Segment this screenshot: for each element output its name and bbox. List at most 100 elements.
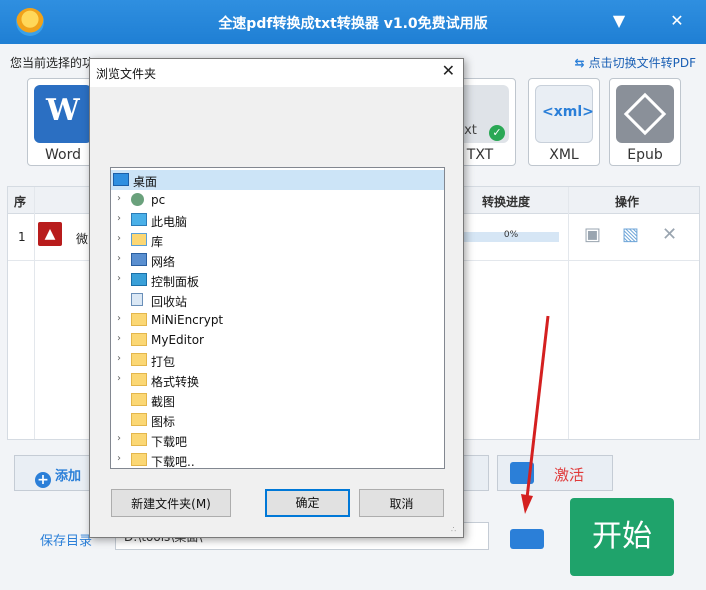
- folder-icon[interactable]: ▧: [622, 224, 639, 245]
- switch-link-label: 点击切换文件转PDF: [588, 56, 696, 70]
- recycle-bin-icon: [131, 293, 143, 306]
- tree-item-label: MiNiEncrypt: [151, 313, 224, 327]
- format-tile-xml[interactable]: <xml> XML: [528, 78, 600, 166]
- folder-tree[interactable]: 桌面 › pc › 此电脑 › 库 › 网络 › 控制面板 回收站 › MiNiEncrypt › MyEdi…: [110, 167, 445, 469]
- cancel-button[interactable]: 取消: [359, 489, 444, 517]
- row-index: 1: [18, 230, 26, 244]
- delete-icon[interactable]: ✕: [662, 224, 677, 245]
- tree-item-label: 此电脑: [151, 215, 188, 229]
- tree-item-label: MyEditor: [151, 333, 204, 347]
- dialog-body: 桌面 › pc › 此电脑 › 库 › 网络 › 控制面板 回收站 › MiNiEncrypt › MyEdi…: [90, 87, 463, 537]
- header-index: 序: [14, 195, 27, 209]
- expand-chevron-icon[interactable]: ›: [117, 453, 127, 464]
- menu-dropdown-icon[interactable]: ▼: [606, 8, 632, 34]
- row-file-name: 微: [76, 232, 89, 246]
- progress-text: 0%: [503, 230, 519, 240]
- app-window: 全速pdf转换成txt转换器 v1.0免费试用版 ▼ ✕ 您当前选择的功 ⇆ 点击…: [0, 0, 706, 590]
- control-panel-icon: [131, 273, 147, 286]
- expand-chevron-icon[interactable]: ›: [117, 373, 127, 384]
- library-icon: [131, 233, 147, 246]
- hidden-button[interactable]: [462, 455, 489, 491]
- folder-icon: [131, 413, 147, 426]
- tree-item[interactable]: 截图: [111, 390, 444, 410]
- user-icon: [131, 193, 144, 206]
- format-tile-epub[interactable]: Epub: [609, 78, 681, 166]
- tree-item[interactable]: › MyEditor: [111, 330, 444, 350]
- xml-icon: <xml>: [535, 85, 594, 143]
- tree-item[interactable]: › 格式转换: [111, 370, 444, 390]
- activate-label: 激活: [554, 466, 585, 484]
- dialog-close-icon[interactable]: ✕: [442, 61, 455, 80]
- add-file-button[interactable]: + 添加: [14, 455, 96, 491]
- browse-folder-button[interactable]: [510, 521, 544, 549]
- tree-item[interactable]: › 此电脑: [111, 210, 444, 230]
- tree-item[interactable]: 图标: [111, 410, 444, 430]
- save-directory-label: 保存目录: [40, 534, 93, 549]
- tile-label: Word: [45, 147, 81, 163]
- title-bar: 全速pdf转换成txt转换器 v1.0免费试用版 ▼ ✕: [0, 0, 706, 44]
- tree-item-label: 下载吧..: [151, 455, 195, 469]
- switch-to-pdf-link[interactable]: ⇆ 点击切换文件转PDF: [575, 54, 696, 71]
- pc-icon: [131, 213, 147, 226]
- resize-grip-icon[interactable]: ∴: [451, 525, 461, 535]
- folder-icon: [131, 353, 147, 366]
- new-folder-button[interactable]: 新建文件夹(M): [111, 489, 231, 517]
- activate-button[interactable]: 激活: [497, 455, 613, 491]
- expand-chevron-icon[interactable]: ›: [117, 353, 127, 364]
- tile-label: XML: [549, 147, 579, 163]
- tree-item[interactable]: › 下载吧: [111, 430, 444, 450]
- check-icon: ✓: [489, 125, 505, 141]
- expand-chevron-icon[interactable]: ›: [117, 213, 127, 224]
- word-icon: W: [34, 85, 92, 143]
- desktop-icon: [113, 173, 129, 186]
- expand-chevron-icon[interactable]: ›: [117, 313, 127, 324]
- epub-icon: [616, 85, 674, 143]
- tree-item[interactable]: › 控制面板: [111, 270, 444, 290]
- folder-icon: [131, 453, 147, 466]
- add-file-label: 添加: [55, 469, 82, 484]
- close-icon[interactable]: ✕: [664, 8, 690, 34]
- tree-item[interactable]: › 网络: [111, 250, 444, 270]
- folder-icon: [131, 313, 147, 326]
- expand-chevron-icon[interactable]: ›: [117, 433, 127, 444]
- tree-item-label: 下载吧: [151, 435, 188, 449]
- tree-item[interactable]: › pc: [111, 190, 444, 210]
- folder-icon: [131, 333, 147, 346]
- dialog-title: 浏览文件夹: [96, 67, 157, 81]
- expand-chevron-icon[interactable]: ›: [117, 273, 127, 284]
- network-icon: [131, 253, 147, 266]
- folder-icon: [131, 433, 147, 446]
- expand-chevron-icon[interactable]: ›: [117, 233, 127, 244]
- tree-item-label: 格式转换: [151, 375, 200, 389]
- browse-folder-dialog: 浏览文件夹 ✕ 桌面 › pc › 此电脑 › 库 › 网络 › 控制面板 回收站 › MiNiEncry…: [89, 58, 464, 538]
- header-progress: 转换进度: [482, 195, 531, 209]
- tree-item-label: 截图: [151, 395, 176, 409]
- ok-button[interactable]: 确定: [265, 489, 350, 517]
- expand-chevron-icon[interactable]: ›: [117, 193, 127, 204]
- folder-icon: [131, 393, 147, 406]
- pdf-file-icon: ▲: [38, 222, 62, 246]
- tree-item-label: 网络: [151, 255, 176, 269]
- tree-item[interactable]: › MiNiEncrypt: [111, 310, 444, 330]
- tree-item[interactable]: › 打包: [111, 350, 444, 370]
- tree-item[interactable]: › 下载吧..: [111, 450, 444, 469]
- current-function-label: 您当前选择的功: [10, 56, 95, 70]
- tree-item-label: 控制面板: [151, 275, 200, 289]
- tile-label: Epub: [627, 147, 663, 163]
- plus-icon: +: [35, 472, 51, 488]
- app-title: 全速pdf转换成txt转换器 v1.0免费试用版: [218, 16, 488, 32]
- tree-item-label: 图标: [151, 415, 176, 429]
- expand-chevron-icon[interactable]: ›: [117, 253, 127, 264]
- folder-icon: [131, 373, 147, 386]
- tree-item-label: 回收站: [151, 295, 188, 309]
- swap-arrows-icon: ⇆: [574, 56, 585, 70]
- open-file-icon[interactable]: ▣: [584, 224, 601, 245]
- tree-item[interactable]: › 库: [111, 230, 444, 250]
- tree-item-label: pc: [151, 193, 166, 207]
- header-action: 操作: [615, 195, 640, 209]
- tree-item[interactable]: 回收站: [111, 290, 444, 310]
- folder-icon: [510, 529, 544, 549]
- start-button[interactable]: 开始: [570, 498, 674, 576]
- expand-chevron-icon[interactable]: ›: [117, 333, 127, 344]
- tree-item[interactable]: 桌面: [111, 170, 444, 190]
